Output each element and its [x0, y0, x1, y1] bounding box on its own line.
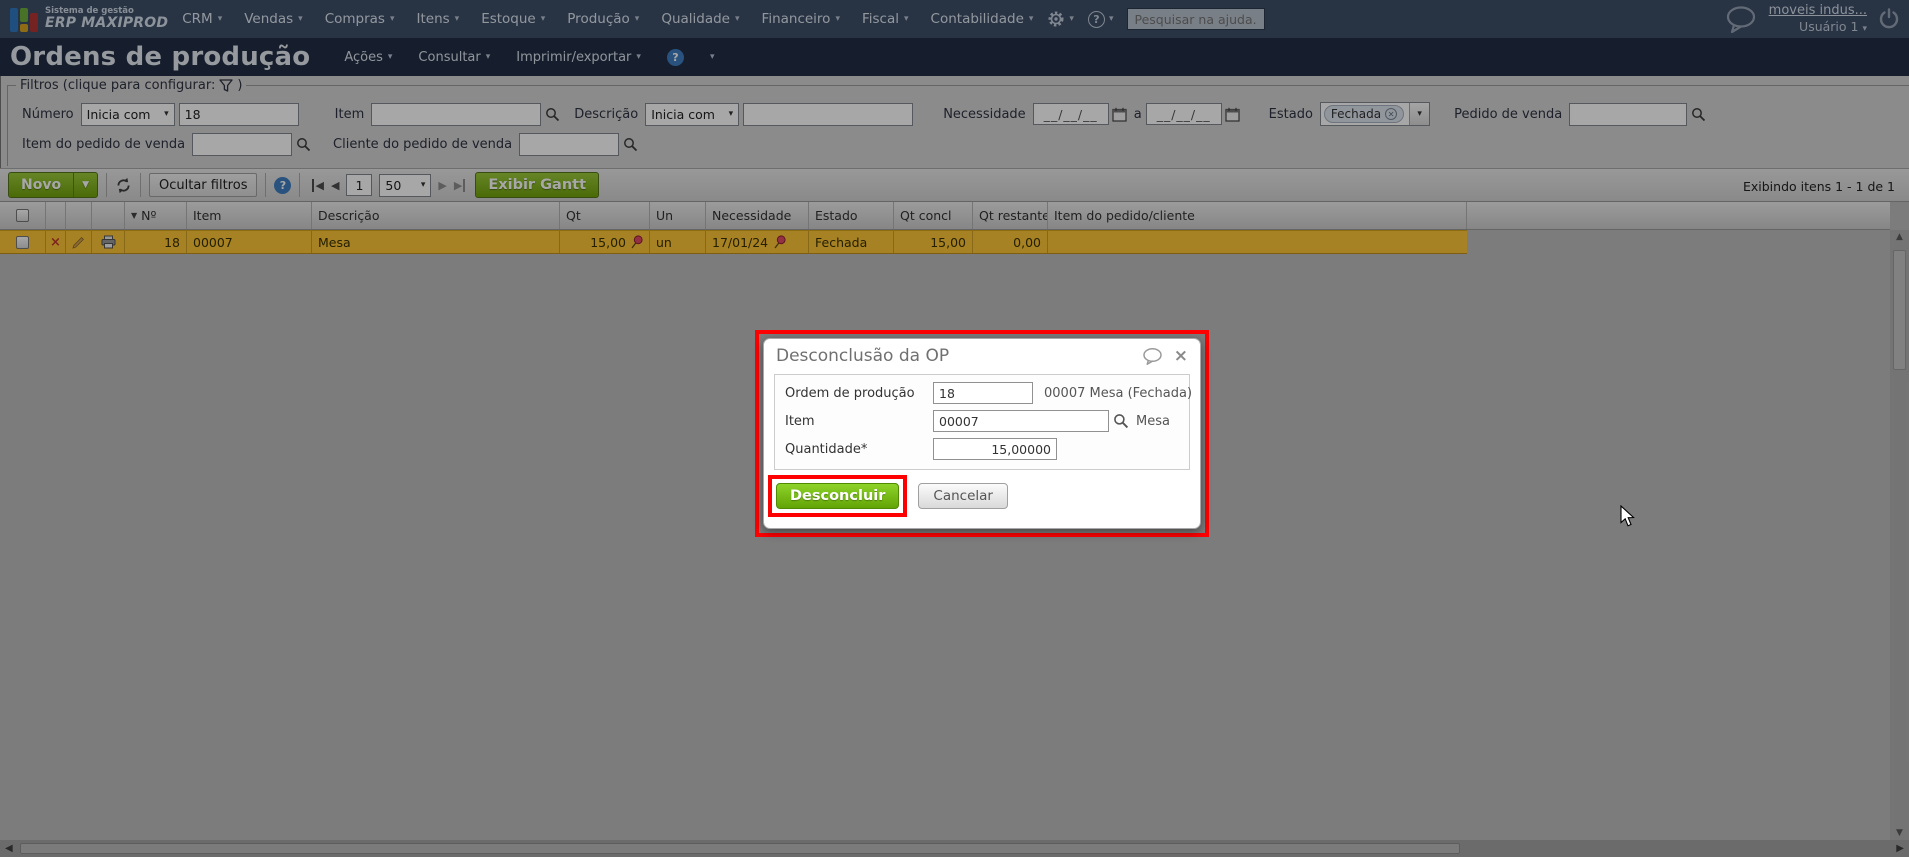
dialog-footer: Desconcluir Cancelar [764, 470, 1200, 517]
annotation-red-box-button: Desconcluir [768, 475, 908, 517]
quantidade-label: Quantidade* [785, 441, 868, 457]
item-label: Item [785, 413, 815, 429]
item-input[interactable] [933, 410, 1109, 432]
cancelar-button[interactable]: Cancelar [918, 483, 1008, 509]
quantidade-input[interactable] [933, 438, 1057, 460]
dialog-titlebar: Desconclusão da OP × [764, 339, 1200, 370]
field-item: Item Mesa [785, 410, 1179, 432]
ordem-producao-input[interactable] [933, 382, 1033, 404]
field-quantidade: Quantidade* [785, 438, 1179, 460]
erp-screen: Sistema de gestão ERP MAXIPROD CRM ▾ Vend… [0, 0, 1909, 857]
ordem-producao-description: 00007 Mesa (Fechada) [1044, 385, 1193, 401]
annotation-red-box-dialog: Desconclusão da OP × Ordem de produção 0… [755, 330, 1209, 537]
dialog-title: Desconclusão da OP [776, 346, 950, 366]
desconclusao-dialog: Desconclusão da OP × Ordem de produção 0… [763, 338, 1201, 529]
item-description: Mesa [1136, 413, 1170, 429]
dialog-fields: Ordem de produção 00007 Mesa (Fechada) I… [774, 374, 1192, 470]
chat-bubble-icon[interactable] [1142, 347, 1164, 365]
mouse-cursor [1620, 505, 1635, 527]
ordem-producao-label: Ordem de produção [785, 385, 915, 401]
desconcluir-button[interactable]: Desconcluir [776, 483, 900, 509]
search-icon[interactable] [1113, 413, 1129, 429]
field-ordem-producao: Ordem de produção 00007 Mesa (Fechada) [785, 382, 1192, 404]
close-icon[interactable]: × [1174, 347, 1188, 365]
